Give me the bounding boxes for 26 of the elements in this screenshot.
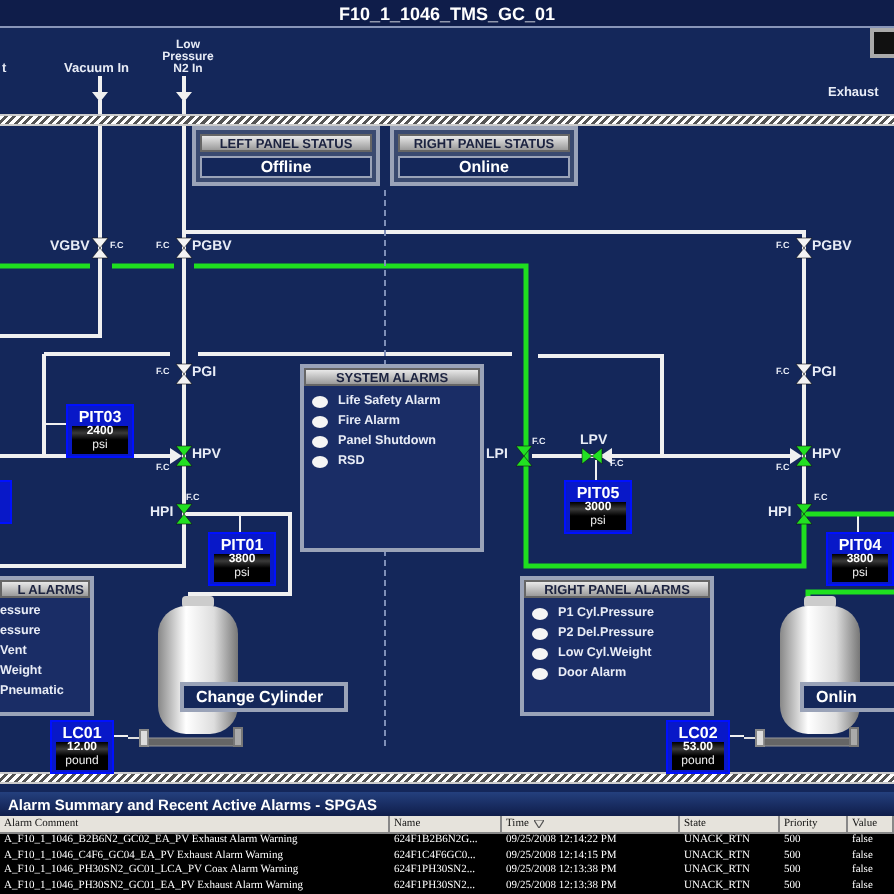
load-cell-tag: LC01 — [56, 724, 108, 742]
valve-icon[interactable] — [175, 503, 193, 525]
transmitter-tag: PIT01 — [214, 536, 270, 554]
sort-icon — [534, 820, 545, 828]
transmitter-tag: PIT04 — [832, 536, 888, 554]
transmitter-tag: PIT05 — [570, 484, 626, 502]
transmitter-tag: PIT03 — [72, 408, 128, 426]
window-title: F10_1_1046_TMS_GC_01 — [338, 3, 556, 23]
panel-status-value: Online — [398, 156, 570, 178]
valve-icon[interactable] — [175, 445, 193, 467]
valve-icon[interactable] — [91, 237, 109, 259]
valve-icon[interactable] — [795, 363, 813, 385]
valve-icon[interactable] — [581, 447, 603, 465]
cylinder-button[interactable]: Onlin — [800, 682, 894, 712]
load-cell-tag: LC02 — [672, 724, 724, 742]
valve-icon[interactable] — [175, 237, 193, 259]
toolbar-button[interactable] — [870, 28, 894, 58]
valve-icon[interactable] — [795, 445, 813, 467]
valve-icon[interactable] — [175, 363, 193, 385]
scale-drawing — [128, 724, 244, 748]
valve-icon[interactable] — [515, 445, 533, 467]
cylinder-button[interactable]: Change Cylinder — [180, 682, 348, 712]
scale-drawing — [744, 724, 860, 748]
valve-icon[interactable] — [795, 503, 813, 525]
panel-status-value: Offline — [200, 156, 372, 178]
valve-icon[interactable] — [795, 237, 813, 259]
